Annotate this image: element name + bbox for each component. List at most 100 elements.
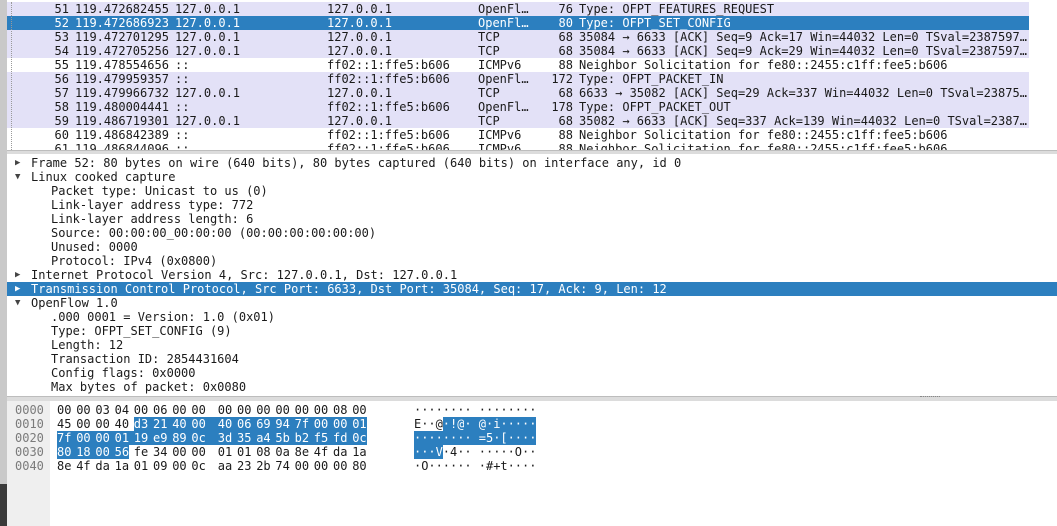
hex-byte[interactable]: 00 <box>95 431 115 445</box>
hex-byte[interactable]: 00 <box>134 403 148 417</box>
tree-field[interactable]: Config flags: 0x0000 <box>7 366 1057 380</box>
hex-byte[interactable]: 01 <box>134 459 148 473</box>
hex-byte[interactable]: da <box>333 445 347 459</box>
hex-byte[interactable]: 08 <box>256 445 270 459</box>
collapse-arrow-icon[interactable]: ▼ <box>15 296 25 310</box>
ascii-char[interactable]: @ <box>436 417 443 431</box>
ascii-char[interactable]: · <box>421 417 428 431</box>
hex-byte[interactable]: 00 <box>313 417 333 431</box>
hex-byte[interactable]: e9 <box>153 431 173 445</box>
ascii-char[interactable]: · <box>414 403 421 417</box>
hex-byte[interactable]: 01 <box>352 417 367 431</box>
hex-byte[interactable]: 69 <box>256 417 276 431</box>
ascii-char[interactable]: · <box>522 431 529 445</box>
ascii-char[interactable]: i <box>493 417 500 431</box>
ascii-char[interactable]: · <box>457 459 464 473</box>
hex-byte[interactable]: b2 <box>294 431 314 445</box>
packet-row[interactable]: 51 119.472682455 127.0.0.1 127.0.0.1 OpenFl…… <box>7 2 1029 16</box>
ascii-char[interactable]: · <box>515 403 522 417</box>
hex-byte[interactable]: 00 <box>172 445 186 459</box>
ascii-char[interactable]: · <box>428 445 436 459</box>
hex-byte[interactable]: 01 <box>218 445 232 459</box>
hex-byte[interactable]: 00 <box>57 403 71 417</box>
hex-byte[interactable]: 2b <box>256 459 270 473</box>
hex-byte[interactable]: d3 <box>133 417 153 431</box>
hex-byte[interactable]: 00 <box>352 403 366 417</box>
hex-byte[interactable]: aa <box>218 459 232 473</box>
ascii-char[interactable]: · <box>529 417 536 431</box>
hex-byte[interactable]: da <box>95 459 109 473</box>
ascii-char[interactable]: · <box>443 445 450 459</box>
hex-byte[interactable]: 80 <box>57 445 77 459</box>
ascii-char[interactable]: · <box>443 459 450 473</box>
hex-byte[interactable]: 1a <box>115 459 129 473</box>
ascii-char[interactable]: · <box>479 445 486 459</box>
hex-byte[interactable]: 7f <box>57 431 77 445</box>
ascii-char[interactable]: · <box>421 403 428 417</box>
hex-byte[interactable]: 00 <box>333 459 347 473</box>
ascii-char[interactable]: · <box>442 417 450 431</box>
ascii-char[interactable]: · <box>493 431 500 445</box>
hex-byte[interactable]: 00 <box>295 403 309 417</box>
hex-byte[interactable]: 18 <box>76 445 96 459</box>
expand-arrow-icon[interactable]: ▶ <box>15 156 25 170</box>
tree-field[interactable]: Source: 00:00:00_00:00:00 (00:00:00:00:0… <box>7 226 1057 240</box>
tree-field[interactable]: Protocol: IPv4 (0x0800) <box>7 254 1057 268</box>
hex-byte[interactable]: 7f <box>294 417 314 431</box>
splitter-grip-icon[interactable] <box>920 396 940 399</box>
packet-row[interactable]: 56 119.479959357:: ff02::1:ffe5:b606 OpenFl… <box>7 72 1029 86</box>
packet-row[interactable]: 52 119.472686923 127.0.0.1 127.0.0.1 OpenFl…… <box>7 16 1029 30</box>
ascii-char[interactable]: · <box>500 417 508 431</box>
hex-byte[interactable]: 00 <box>95 445 115 459</box>
packet-row[interactable]: 60 119.486842389:: ff02::1:ffe5:b606 ICMPv6… <box>7 128 1029 142</box>
expand-arrow-icon[interactable]: ▶ <box>15 268 25 282</box>
ascii-char[interactable]: · <box>508 459 515 473</box>
ascii-char[interactable]: · <box>435 431 443 445</box>
ascii-char[interactable]: · <box>500 403 507 417</box>
ascii-char[interactable]: · <box>457 431 464 445</box>
ascii-char[interactable]: · <box>508 445 515 459</box>
ascii-char[interactable]: · <box>457 403 464 417</box>
hex-byte[interactable]: 80 <box>352 459 366 473</box>
ascii-char[interactable]: · <box>500 445 507 459</box>
hex-byte[interactable]: 00 <box>191 445 205 459</box>
hex-byte[interactable]: 00 <box>191 403 205 417</box>
packet-row[interactable]: 57 119.479966732 127.0.0.1 127.0.0.1 TCP 68 66… <box>7 86 1029 100</box>
hex-byte[interactable]: 23 <box>237 459 251 473</box>
hex-byte[interactable]: 0c <box>191 459 205 473</box>
hex-byte[interactable]: f5 <box>313 431 333 445</box>
hex-byte[interactable]: a4 <box>256 431 276 445</box>
ascii-char[interactable]: · <box>522 417 529 431</box>
ascii-char[interactable]: · <box>450 459 457 473</box>
ascii-char[interactable]: = <box>478 431 486 445</box>
ascii-char[interactable]: · <box>457 445 464 459</box>
hex-byte[interactable]: 00 <box>237 403 251 417</box>
tree-field[interactable]: Packet type: Unicast to us (0) <box>7 184 1057 198</box>
hex-byte[interactable]: 0a <box>275 445 289 459</box>
hex-byte[interactable]: 19 <box>133 431 153 445</box>
ascii-char[interactable]: · <box>514 431 522 445</box>
ascii-char[interactable]: · <box>414 431 421 445</box>
ascii-char[interactable]: · <box>450 431 457 445</box>
tree-field[interactable]: Unused: 0000 <box>7 240 1057 254</box>
hex-byte[interactable]: 00 <box>76 417 90 431</box>
tree-field[interactable]: .000 0001 = Version: 1.0 (0x01) <box>7 310 1057 324</box>
packet-row[interactable]: 53 119.472701295 127.0.0.1 127.0.0.1 TCP 68 35… <box>7 30 1029 44</box>
ascii-char[interactable]: ! <box>450 417 457 431</box>
hex-byte[interactable]: 40 <box>115 417 129 431</box>
hex-byte[interactable]: 00 <box>76 431 96 445</box>
hex-byte[interactable]: 00 <box>275 403 289 417</box>
ascii-char[interactable]: · <box>486 417 493 431</box>
hex-byte[interactable]: 34 <box>153 445 167 459</box>
tree-item-frame[interactable]: ▶ Frame 52: 80 bytes on wire (640 bits),… <box>7 156 1057 170</box>
ascii-char[interactable]: 5 <box>486 431 493 445</box>
tree-field[interactable]: Length: 12 <box>7 338 1057 352</box>
ascii-char[interactable]: # <box>486 459 493 473</box>
ascii-char[interactable]: · <box>428 459 435 473</box>
hex-byte[interactable]: 40 <box>217 417 237 431</box>
ascii-char[interactable]: @ <box>478 417 486 431</box>
ascii-char[interactable]: · <box>428 431 436 445</box>
ascii-char[interactable]: · <box>436 403 443 417</box>
hex-byte[interactable]: 00 <box>172 403 186 417</box>
hex-byte[interactable]: 08 <box>333 403 347 417</box>
